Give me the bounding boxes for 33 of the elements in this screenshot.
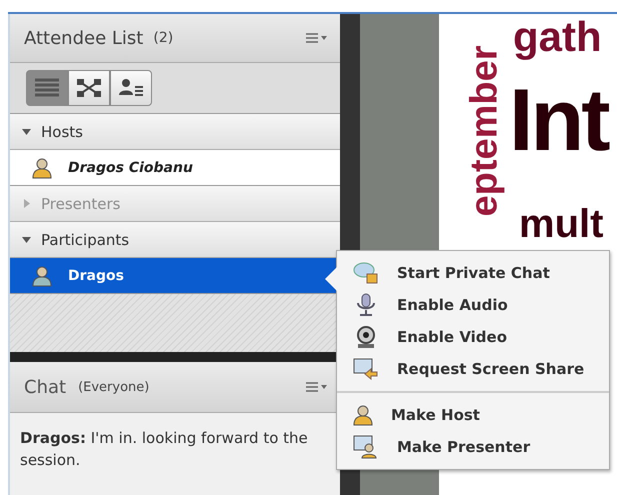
- chat-scope: (Everyone): [78, 380, 150, 394]
- menu-item[interactable]: Start Private Chat: [337, 257, 609, 289]
- attendee-count: (2): [153, 30, 174, 46]
- view-button[interactable]: [110, 70, 152, 106]
- menu-item[interactable]: Make Presenter: [337, 431, 609, 463]
- word-cloud-word: gath: [513, 16, 602, 58]
- word-cloud-word: mult: [519, 204, 604, 244]
- menu-item[interactable]: Make Host: [337, 399, 609, 431]
- word-cloud-word: Int: [509, 76, 608, 164]
- chat-title: Chat: [24, 376, 66, 398]
- grid-view-icon: [76, 78, 102, 98]
- collapse-triangle-icon: [22, 235, 31, 244]
- chat-message: Dragos: I'm in. looking forward to the session.: [20, 428, 309, 471]
- menu-item[interactable]: Enable Video: [337, 321, 609, 353]
- participant-icon: [32, 264, 52, 286]
- menu-icon[interactable]: [306, 33, 328, 43]
- list-view-icon: [34, 77, 60, 99]
- menu-icon[interactable]: [306, 382, 328, 392]
- host-icon: [32, 156, 52, 178]
- group-header[interactable]: Hosts: [10, 114, 340, 150]
- collapse-triangle-icon: [22, 127, 31, 136]
- person-list-icon: [118, 78, 144, 98]
- panel-title: Attendee List: [24, 28, 144, 48]
- screen-share-icon: [353, 357, 379, 381]
- host-icon: [353, 404, 373, 426]
- group-header[interactable]: Participants: [10, 222, 340, 258]
- word-cloud-word: eptember: [466, 45, 504, 217]
- attendee-row[interactable]: Dragos Ciobanu: [10, 150, 340, 186]
- menu-item[interactable]: Enable Audio: [337, 289, 609, 321]
- presenter-icon: [353, 435, 379, 459]
- expand-triangle-icon: [22, 199, 31, 208]
- menu-item[interactable]: Request Screen Share: [337, 353, 609, 385]
- view-button[interactable]: [68, 70, 110, 106]
